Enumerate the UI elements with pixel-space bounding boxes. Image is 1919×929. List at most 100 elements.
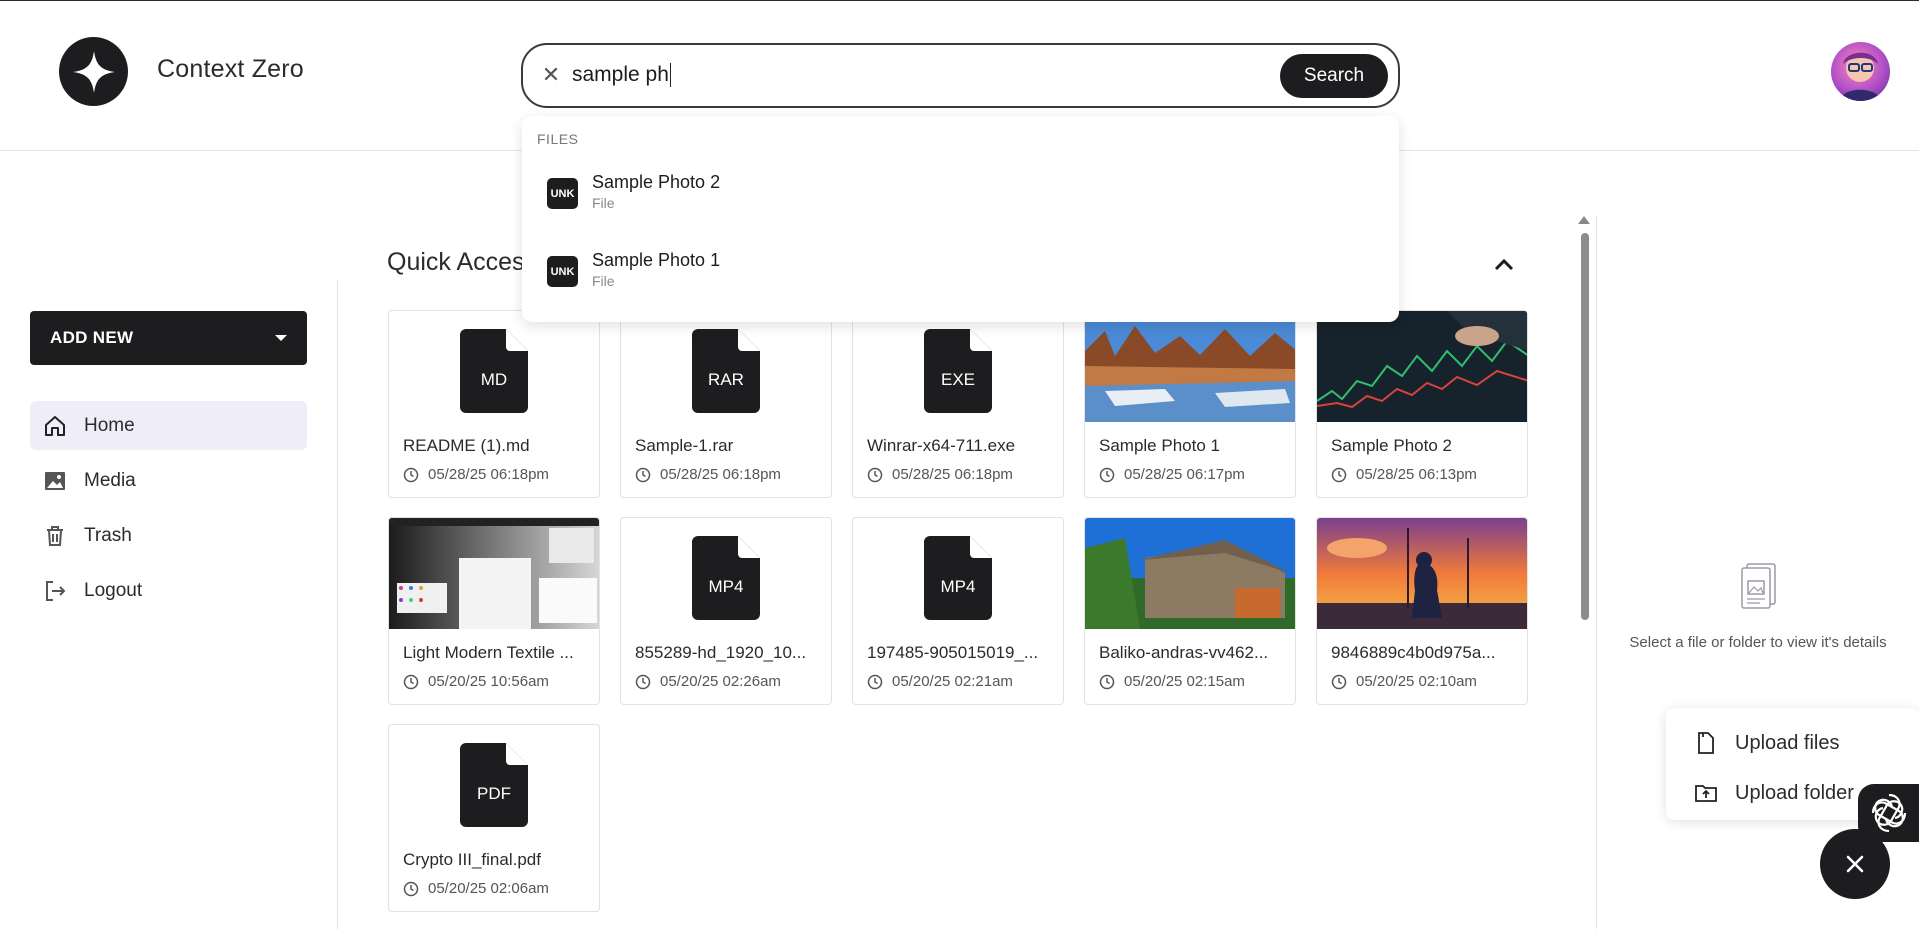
details-divider — [1596, 216, 1597, 929]
file-card[interactable]: MD README (1).md 05/28/25 06:18pm — [388, 310, 600, 498]
brand-name: Context Zero — [157, 55, 304, 83]
search-results-dropdown: FILES UNK Sample Photo 2 File UNK Sample… — [522, 116, 1399, 322]
file-date-text: 05/28/25 06:18pm — [660, 466, 781, 483]
image-icon — [42, 468, 68, 494]
search-result-item[interactable]: UNK Sample Photo 2 File — [522, 163, 1399, 225]
file-card[interactable]: Sample Photo 1 05/28/25 06:17pm — [1084, 310, 1296, 498]
sidebar-item-media[interactable]: Media — [30, 456, 307, 505]
river-photo-thumbnail — [1085, 311, 1295, 422]
screenshot-thumbnail — [389, 518, 599, 629]
search-button[interactable]: Search — [1280, 54, 1388, 98]
clock-icon — [1331, 467, 1347, 482]
file-date-text: 05/20/25 10:56am — [428, 673, 549, 690]
chart-photo-thumbnail — [1317, 311, 1527, 422]
file-card[interactable]: 9846889c4b0d975a... 05/20/25 02:10am — [1316, 517, 1528, 705]
close-icon — [1846, 855, 1864, 873]
scroll-up-arrow-icon[interactable] — [1578, 216, 1590, 224]
trash-icon — [42, 523, 68, 549]
file-card[interactable]: Light Modern Textile ... 05/20/25 10:56a… — [388, 517, 600, 705]
file-date: 05/20/25 02:26am — [635, 673, 781, 690]
clock-icon — [635, 467, 651, 482]
clear-search-icon[interactable]: ✕ — [537, 61, 565, 89]
svg-text:PDF: PDF — [477, 784, 511, 803]
clock-icon — [1099, 467, 1115, 482]
clock-icon — [867, 674, 883, 689]
file-date-text: 05/20/25 02:15am — [1124, 673, 1245, 690]
chevron-up-icon[interactable] — [1491, 252, 1517, 278]
search-result-item[interactable]: UNK Sample Photo 1 File — [522, 241, 1399, 303]
file-date: 05/28/25 06:17pm — [1099, 466, 1245, 483]
file-date: 05/28/25 06:18pm — [403, 466, 549, 483]
file-details-icon — [1741, 563, 1776, 609]
file-name: Winrar-x64-711.exe — [867, 436, 1016, 455]
chevron-down-icon — [275, 335, 287, 341]
logo-icon[interactable] — [59, 37, 128, 106]
file-card[interactable]: RAR Sample-1.rar 05/28/25 06:18pm — [620, 310, 832, 498]
file-name: Sample Photo 2 — [1331, 436, 1452, 455]
file-card[interactable]: EXE Winrar-x64-711.exe 05/28/25 06:18pm — [852, 310, 1064, 498]
file-name: 9846889c4b0d975a... — [1331, 643, 1496, 662]
clock-icon — [403, 467, 419, 482]
house-photo-thumbnail — [1085, 518, 1295, 629]
search-bar: ✕ sample ph Search — [521, 43, 1400, 108]
clock-icon — [867, 467, 883, 482]
pdf-file-icon: PDF — [460, 743, 528, 827]
home-icon — [42, 413, 68, 439]
file-upload-icon — [1698, 732, 1714, 754]
file-date-text: 05/28/25 06:18pm — [892, 466, 1013, 483]
svg-text:MP4: MP4 — [941, 577, 976, 596]
details-empty-text: Select a file or folder to view it's det… — [1629, 634, 1887, 651]
svg-text:RAR: RAR — [708, 370, 744, 389]
file-card[interactable]: Sample Photo 2 05/28/25 06:13pm — [1316, 310, 1528, 498]
search-input[interactable]: sample ph — [572, 63, 671, 88]
result-title: Sample Photo 1 — [592, 250, 721, 270]
clock-icon — [403, 674, 419, 689]
clock-icon — [635, 674, 651, 689]
sidebar-item-trash[interactable]: Trash — [30, 511, 307, 560]
file-card[interactable]: Baliko-andras-vv462... 05/20/25 02:15am — [1084, 517, 1296, 705]
file-name: 197485-905015019_... — [867, 643, 1039, 662]
file-date: 05/28/25 06:13pm — [1331, 466, 1477, 483]
add-new-button[interactable]: ADD NEW — [30, 311, 307, 365]
file-type-badge: UNK — [547, 256, 578, 287]
upload-folder-item[interactable]: Upload folder — [1694, 778, 1854, 808]
ai-assistant-icon — [1871, 793, 1906, 833]
mp4-file-icon: MP4 — [924, 536, 992, 620]
file-card[interactable]: MP4 855289-hd_1920_10... 05/20/25 02:26a… — [620, 517, 832, 705]
file-name: Sample Photo 1 — [1099, 436, 1220, 455]
close-fab-button[interactable] — [1820, 829, 1890, 899]
file-date: 05/20/25 02:10am — [1331, 673, 1477, 690]
add-new-label: ADD NEW — [50, 328, 134, 347]
result-subtitle: File — [592, 195, 615, 211]
file-type-badge: UNK — [547, 178, 578, 209]
folder-upload-icon — [1695, 785, 1717, 802]
svg-text:MD: MD — [481, 370, 507, 389]
file-date: 05/20/25 02:15am — [1099, 673, 1245, 690]
file-card[interactable]: MP4 197485-905015019_... 05/20/25 02:21a… — [852, 517, 1064, 705]
file-name: README (1).md — [403, 436, 530, 455]
sidebar-item-logout[interactable]: Logout — [30, 566, 307, 615]
avatar[interactable] — [1831, 42, 1890, 101]
upload-files-item[interactable]: Upload files — [1694, 728, 1840, 758]
text-caret — [669, 63, 671, 88]
sidebar-item-home[interactable]: Home — [30, 401, 307, 450]
sidebar-divider — [337, 280, 338, 929]
result-title: Sample Photo 2 — [592, 172, 721, 192]
scrollbar-thumb[interactable] — [1581, 233, 1589, 620]
file-date-text: 05/20/25 02:26am — [660, 673, 781, 690]
sidebar-nav: Home Media Trash Logout — [30, 401, 307, 621]
file-date-text: 05/28/25 06:17pm — [1124, 466, 1245, 483]
file-card[interactable]: PDF Crypto III_final.pdf 05/20/25 02:06a… — [388, 724, 600, 912]
exe-file-icon: EXE — [924, 329, 992, 413]
sidebar-item-label: Logout — [84, 579, 143, 601]
clock-icon — [1099, 674, 1115, 689]
section-title: Quick Acces — [387, 248, 525, 276]
sidebar-item-label: Home — [84, 414, 135, 436]
clock-icon — [1331, 674, 1347, 689]
file-date: 05/28/25 06:18pm — [867, 466, 1013, 483]
file-name: Baliko-andras-vv462... — [1099, 643, 1269, 662]
file-date-text: 05/28/25 06:13pm — [1356, 466, 1477, 483]
md-file-icon: MD — [460, 329, 528, 413]
file-name: 855289-hd_1920_10... — [635, 643, 807, 662]
file-date-text: 05/20/25 02:06am — [428, 880, 549, 897]
